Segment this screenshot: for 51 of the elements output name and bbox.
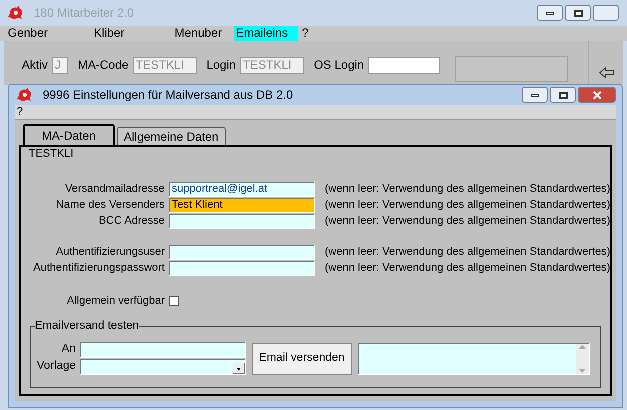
close-button[interactable] (578, 87, 616, 103)
field-label: Authentifizierungsuser (55, 245, 166, 260)
record-code: TESTKLI (29, 148, 75, 161)
field-label: Versandmailadresse (64, 182, 166, 198)
maximize-button[interactable] (550, 87, 576, 103)
field-label: Aktiv (22, 57, 48, 74)
scroll-up-icon[interactable] (579, 344, 586, 348)
field-label: BCC Adresse (98, 214, 166, 230)
input-field[interactable] (80, 342, 246, 358)
close-icon (592, 90, 602, 100)
hint-text: (wenn leer: Verwendung des allgemeinen Standardwertes) (325, 245, 611, 260)
field-label: MA-Code (78, 57, 129, 74)
field-label: Vorlage (36, 359, 77, 374)
input-field[interactable]: Test Klient (169, 198, 315, 213)
menu-item[interactable]: Genber (6, 26, 50, 41)
field-label: Login (206, 57, 236, 74)
hint-text: (wenn leer: Verwendung des allgemeinen Standardwertes) (325, 182, 611, 198)
input-field[interactable] (169, 261, 315, 276)
logo-icon (17, 88, 33, 102)
caret-icon (233, 363, 245, 374)
menu-item[interactable]: ? (17, 105, 24, 119)
maximize-button[interactable] (565, 5, 591, 21)
checkbox[interactable] (169, 296, 179, 306)
menu-item[interactable]: Kliber (92, 26, 127, 41)
menu-item[interactable]: Emaileins (234, 26, 298, 41)
dialog-title: 9996 Einstellungen für Mailversand aus DB 2.0 (43, 87, 294, 104)
field-label: Name des Versenders (55, 198, 166, 214)
menu-item[interactable]: ? (300, 26, 311, 41)
minimize-button[interactable] (537, 5, 563, 21)
input-field[interactable] (169, 245, 315, 260)
window-title: 180 Mitarbeiter 2.0 (34, 5, 136, 22)
menu-item[interactable]: Menuber (172, 26, 224, 41)
group-title: Emailversand testen (35, 318, 140, 332)
scrollbar[interactable] (576, 344, 589, 374)
tab[interactable]: Allgemeine Daten (117, 127, 226, 145)
input-field[interactable] (169, 214, 315, 229)
checkbox-label: Allgemein verfügbar (66, 294, 166, 309)
field-label: Authentifizierungspasswort (32, 261, 166, 276)
dropdown[interactable] (80, 359, 246, 375)
send-button[interactable]: Email versenden (252, 342, 352, 374)
hint-text: (wenn leer: Verwendung des allgemeinen Standardwertes) (325, 261, 611, 276)
hint-text: (wenn leer: Verwendung des allgemeinen Standardwertes) (325, 198, 611, 214)
arrow-icon[interactable] (599, 67, 616, 79)
input-field[interactable] (368, 56, 440, 74)
minimize-button[interactable] (522, 87, 548, 103)
hint-text: (wenn leer: Verwendung des allgemeinen Standardwertes) (325, 214, 611, 230)
tab[interactable]: MA-Daten (23, 124, 115, 145)
field-label: OS Login (314, 57, 364, 74)
input-field[interactable]: supportreal@igel.at (169, 182, 315, 197)
logo-icon (8, 6, 24, 20)
field-label: An (60, 342, 77, 358)
